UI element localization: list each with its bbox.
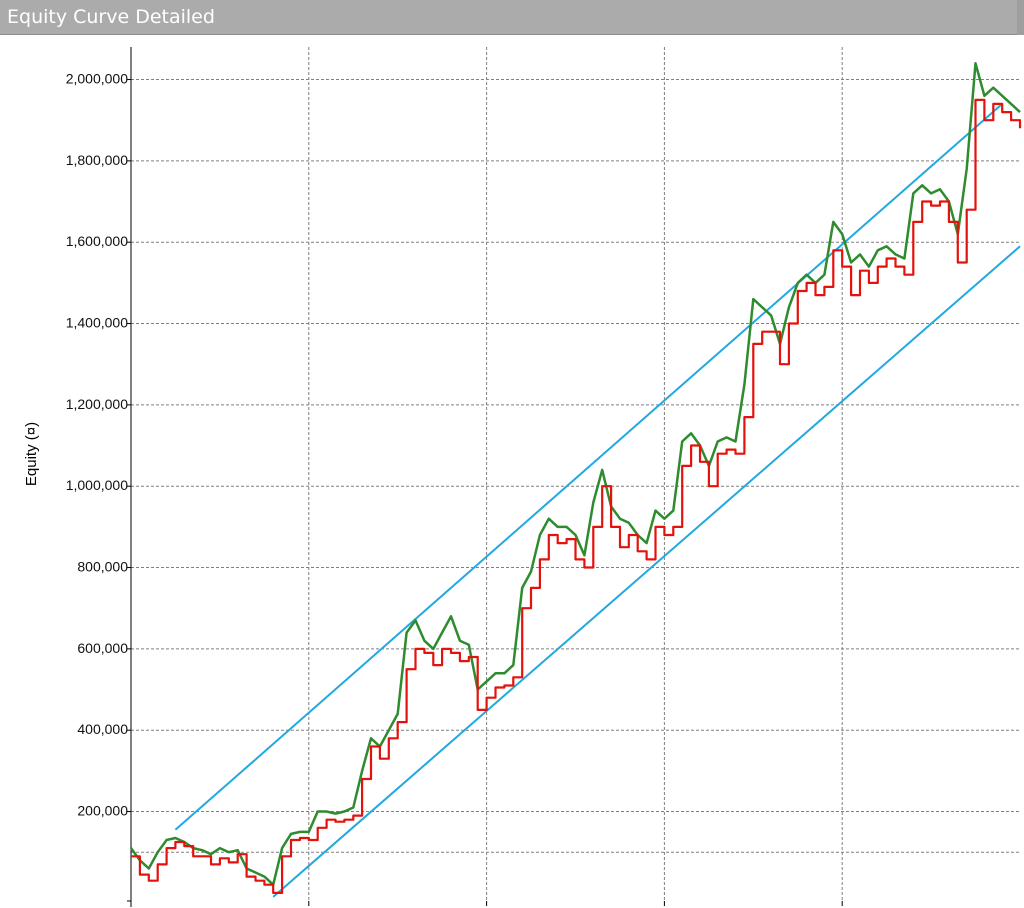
tick-labels: 200,000 400,000 600,000 800,000 1,000,000 1,2…	[66, 71, 129, 819]
title-bar-edge	[1017, 0, 1024, 35]
channel-upper-line	[174, 103, 1003, 831]
y-tick-label: 200,000	[77, 803, 128, 819]
y-tick-label: 400,000	[77, 721, 128, 737]
y-tick-label: 600,000	[77, 640, 128, 656]
trend-channel	[174, 103, 1021, 898]
equity-chart: 200,000 400,000 600,000 800,000 1,000,000 1,2…	[23, 47, 1022, 907]
y-tick-label: 1,400,000	[66, 315, 128, 331]
y-axis-title: Equity (¤)	[23, 422, 40, 486]
y-tick-label: 1,600,000	[66, 233, 128, 249]
window-title: Equity Curve Detailed	[7, 6, 215, 28]
y-tick-label: 800,000	[77, 559, 128, 575]
title-bar: Equity Curve Detailed	[0, 0, 1024, 35]
equity-line	[131, 98, 1022, 894]
equity-highs-line	[129, 62, 1021, 886]
channel-lower-line	[272, 245, 1021, 898]
grid-lines	[131, 47, 1020, 901]
y-tick-label: 2,000,000	[66, 71, 128, 87]
y-tick-label: 1,800,000	[66, 152, 128, 168]
y-tick-label: 1,200,000	[66, 396, 128, 412]
y-tick-label: 1,000,000	[66, 477, 128, 493]
